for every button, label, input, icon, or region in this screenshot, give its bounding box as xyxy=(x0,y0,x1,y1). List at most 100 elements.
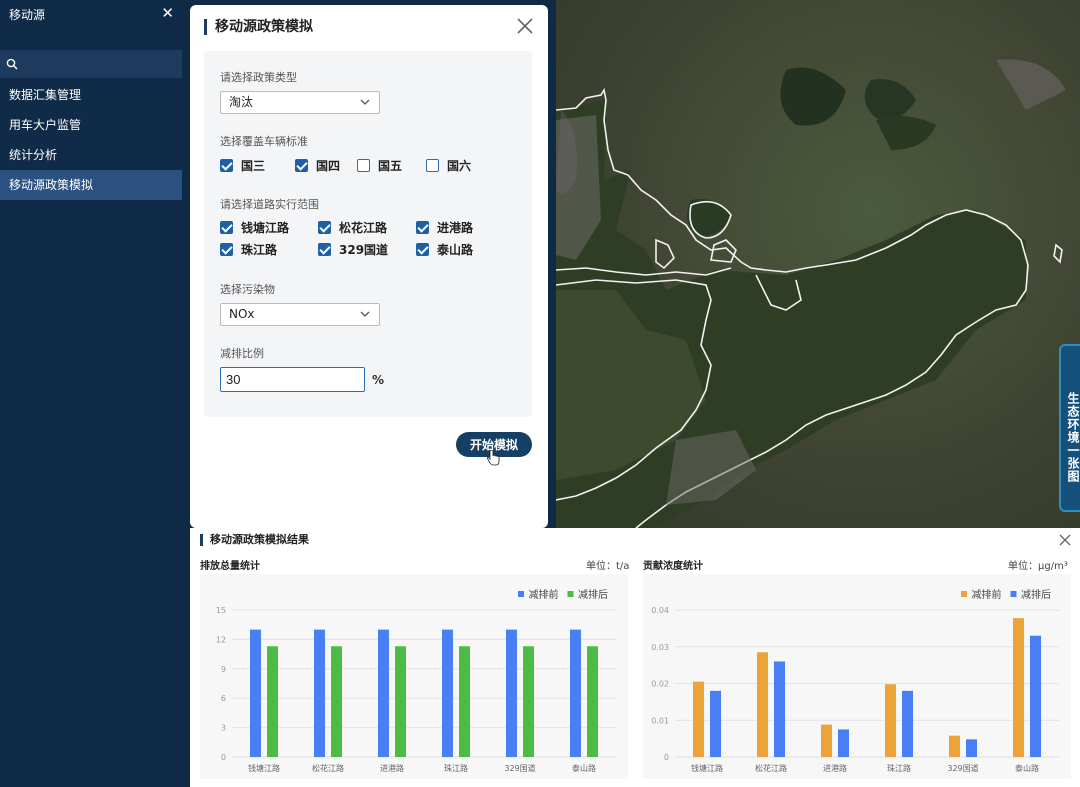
emission-chart-unit: 单位：t/a xyxy=(586,561,630,572)
checkbox-guo3[interactable]: 国三 xyxy=(220,157,265,174)
sidebar-item-statistics[interactable]: 统计分析 xyxy=(0,140,182,170)
x-tick-label: 进港路 xyxy=(823,763,847,773)
legend-swatch xyxy=(961,591,967,597)
bar[interactable] xyxy=(710,690,721,757)
legend-swatch xyxy=(567,591,574,597)
x-tick-label: 329国道 xyxy=(947,763,978,773)
chevron-down-icon xyxy=(360,311,370,317)
bar[interactable] xyxy=(459,646,470,757)
hand-pointer-icon xyxy=(486,450,500,466)
checkbox-label: 国六 xyxy=(447,159,472,173)
y-tick-label: 0.01 xyxy=(651,716,669,725)
bar[interactable] xyxy=(949,735,960,757)
bar[interactable] xyxy=(314,629,325,757)
checkbox-label: 国五 xyxy=(378,159,403,173)
checkbox-label: 329国道 xyxy=(339,243,389,257)
bar[interactable] xyxy=(587,646,598,757)
search-input[interactable] xyxy=(22,54,177,74)
vehicle-standard-label: 选择覆盖车辆标准 xyxy=(220,135,308,148)
checkbox-road-zhujiang[interactable]: 珠江路 xyxy=(220,241,277,258)
bar[interactable] xyxy=(331,646,342,757)
checkbox-unchecked-icon xyxy=(426,159,439,172)
checkbox-checked-icon xyxy=(220,243,233,256)
checkbox-guo4[interactable]: 国四 xyxy=(295,157,340,174)
sidebar-close-icon[interactable]: ✕ xyxy=(161,4,174,22)
eco-map-side-tab[interactable]: 生态环境一张图 xyxy=(1059,344,1080,512)
bar[interactable] xyxy=(523,646,534,757)
bar[interactable] xyxy=(821,724,832,757)
checkbox-checked-icon xyxy=(416,243,429,256)
checkbox-checked-icon xyxy=(220,221,233,234)
y-tick-label: 0 xyxy=(664,753,669,762)
sidebar-item-fleet-supervision[interactable]: 用车大户监管 xyxy=(0,110,182,140)
bar[interactable] xyxy=(966,739,977,757)
x-tick-label: 珠江路 xyxy=(444,763,468,773)
y-tick-label: 0.02 xyxy=(651,680,669,689)
policy-type-label: 请选择政策类型 xyxy=(220,71,297,84)
x-tick-label: 泰山路 xyxy=(1015,763,1039,773)
sidebar-header: 移动源 ✕ xyxy=(0,0,182,50)
bar[interactable] xyxy=(757,652,768,757)
checkbox-label: 钱塘江路 xyxy=(241,221,290,235)
x-tick-label: 进港路 xyxy=(380,763,404,773)
checkbox-checked-icon xyxy=(318,243,331,256)
policy-type-select[interactable]: 淘汰 xyxy=(220,91,380,114)
policy-form-panel: 请选择政策类型 淘汰 选择覆盖车辆标准 国三 国四 国五 国六 请选择道路实行范… xyxy=(204,51,532,417)
bar[interactable] xyxy=(693,681,704,757)
satellite-map[interactable]: 生态环境一张图 xyxy=(556,0,1080,528)
sidebar-item-data-collection[interactable]: 数据汇集管理 xyxy=(0,80,182,110)
checkbox-road-qiantangjiang[interactable]: 钱塘江路 xyxy=(220,219,289,236)
checkbox-label: 国四 xyxy=(316,159,341,173)
bar[interactable] xyxy=(267,646,278,757)
checkbox-label: 松花江路 xyxy=(339,221,388,235)
x-tick-label: 泰山路 xyxy=(572,763,596,773)
x-tick-label: 钱塘江路 xyxy=(248,763,280,773)
checkbox-label: 珠江路 xyxy=(241,243,278,257)
sidebar-title: 移动源 xyxy=(9,8,46,22)
bar[interactable] xyxy=(1030,635,1041,757)
search-icon xyxy=(6,58,18,70)
checkbox-checked-icon xyxy=(318,221,331,234)
pollutant-select[interactable]: NOx xyxy=(220,303,380,326)
bar[interactable] xyxy=(442,629,453,757)
checkbox-label: 进港路 xyxy=(437,221,474,235)
checkbox-guo6[interactable]: 国六 xyxy=(426,157,471,174)
bar[interactable] xyxy=(902,690,913,757)
bar[interactable] xyxy=(838,729,849,757)
checkbox-road-songhuajiang[interactable]: 松花江路 xyxy=(318,219,387,236)
sidebar: 移动源 ✕ 数据汇集管理 用车大户监管 统计分析 移动源政策模拟 xyxy=(0,0,182,787)
checkbox-road-taishan[interactable]: 泰山路 xyxy=(416,241,473,258)
checkbox-road-jingang[interactable]: 进港路 xyxy=(416,219,473,236)
sidebar-search[interactable] xyxy=(0,50,182,78)
bar[interactable] xyxy=(774,661,785,757)
close-icon[interactable] xyxy=(514,15,536,37)
bar[interactable] xyxy=(395,646,406,757)
modal-title: 移动源政策模拟 xyxy=(204,19,313,35)
bar[interactable] xyxy=(1013,618,1024,757)
checkbox-checked-icon xyxy=(416,221,429,234)
x-tick-label: 珠江路 xyxy=(887,763,911,773)
bar[interactable] xyxy=(378,629,389,757)
y-tick-label: 6 xyxy=(221,694,226,703)
emission-chart-title: 排放总量统计 xyxy=(200,561,260,572)
sidebar-item-policy-simulation[interactable]: 移动源政策模拟 xyxy=(0,170,182,200)
legend-label: 减排后 xyxy=(578,588,608,601)
y-tick-label: 0.04 xyxy=(651,606,669,615)
chevron-down-icon xyxy=(360,99,370,105)
bar[interactable] xyxy=(885,684,896,757)
bar[interactable] xyxy=(506,629,517,757)
legend-swatch xyxy=(518,591,524,597)
x-tick-label: 松花江路 xyxy=(312,763,344,773)
checkbox-guo5[interactable]: 国五 xyxy=(357,157,402,174)
reduction-ratio-input[interactable] xyxy=(220,367,365,392)
bar[interactable] xyxy=(250,629,261,757)
pollutant-value: NOx xyxy=(229,307,255,321)
concentration-chart-title: 贡献浓度统计 xyxy=(643,561,703,572)
close-icon[interactable] xyxy=(1058,533,1072,547)
policy-simulation-modal: 移动源政策模拟 请选择政策类型 淘汰 选择覆盖车辆标准 国三 国四 国五 国六 … xyxy=(190,5,548,528)
bar[interactable] xyxy=(570,629,581,757)
results-title: 移动源政策模拟结果 xyxy=(200,534,309,546)
concentration-chart: 0 0.01 0.02 0.03 0.04 减排后 减排前 钱塘江路 松花江路 进港路 珠江路 329… xyxy=(643,574,1071,779)
checkbox-road-329[interactable]: 329国道 xyxy=(318,241,388,258)
y-tick-label: 0 xyxy=(221,753,226,762)
